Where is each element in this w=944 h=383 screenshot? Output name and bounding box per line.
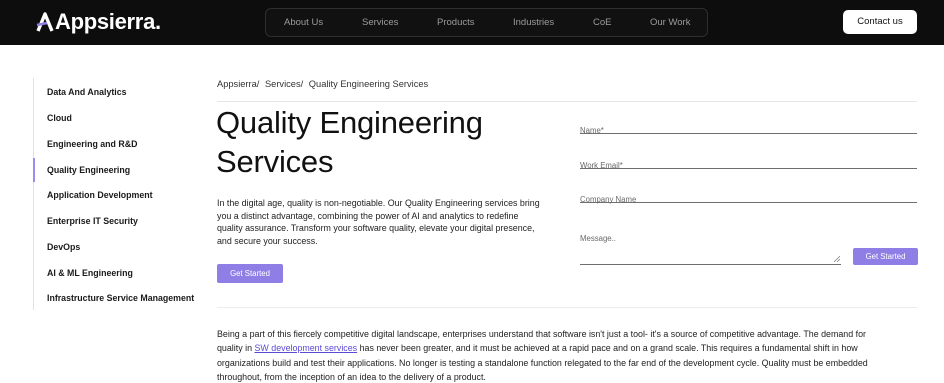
section-divider (217, 101, 917, 102)
message-placeholder: Message.. (580, 234, 616, 243)
get-started-button[interactable]: Get Started (217, 264, 283, 283)
body-text: quality in (217, 343, 255, 354)
body-line: throughout, from the inception of an ide… (217, 371, 486, 382)
content-divider (217, 307, 917, 308)
brand-name: Appsierra. (55, 9, 161, 34)
logo-a-icon (36, 12, 54, 32)
sw-development-services-link[interactable]: SW development services (255, 343, 358, 353)
sidebar-item-data-and-analytics[interactable]: Data And Analytics (47, 87, 127, 97)
company-name-field[interactable]: Company Name (580, 189, 917, 204)
sidebar-item-engineering-rd[interactable]: Engineering and R&D (47, 139, 137, 149)
sidebar-item-infrastructure-service-management[interactable]: Infrastructure Service Management (47, 293, 194, 303)
intro-line: you a distinct advantage, combining the … (217, 210, 519, 221)
sidebar-item-cloud[interactable]: Cloud (47, 113, 72, 123)
resize-handle-icon[interactable] (834, 256, 840, 262)
work-email-field[interactable]: Work Email* (580, 155, 917, 170)
sidebar-item-application-development[interactable]: Application Development (47, 190, 153, 200)
message-field[interactable]: Message.. (580, 228, 841, 265)
form-submit-button[interactable]: Get Started (853, 248, 918, 265)
sidebar-item-enterprise-it-security[interactable]: Enterprise IT Security (47, 216, 138, 226)
intro-paragraph: In the digital age, quality is non-negot… (217, 197, 557, 247)
work-email-placeholder: Work Email* (580, 161, 623, 170)
breadcrumb: Appsierra/ Services/ Quality Engineering… (217, 79, 431, 89)
breadcrumb-services[interactable]: Services/ (265, 79, 303, 89)
breadcrumb-home[interactable]: Appsierra/ (217, 79, 259, 89)
nav-item-our-work[interactable]: Our Work (650, 9, 690, 36)
services-sidebar: Data And Analytics Cloud Engineering and… (33, 78, 203, 310)
intro-line: quality assurance. Transform your softwa… (217, 223, 535, 234)
page-title-line-2: Services (216, 144, 334, 179)
nav-item-services[interactable]: Services (362, 9, 398, 36)
page-title-line-1: Quality Engineering (216, 105, 483, 140)
nav-item-industries[interactable]: Industries (513, 9, 554, 36)
site-header: Appsierra. About Us Services Products In… (0, 0, 944, 45)
contact-us-button[interactable]: Contact us (843, 10, 917, 34)
name-placeholder: Name* (580, 126, 604, 135)
sidebar-item-quality-engineering[interactable]: Quality Engineering (47, 165, 130, 175)
sidebar-item-devops[interactable]: DevOps (47, 242, 80, 252)
nav-item-products[interactable]: Products (437, 9, 475, 36)
nav-item-coe[interactable]: CoE (593, 9, 611, 36)
sidebar-active-indicator (33, 158, 35, 182)
body-paragraph: Being a part of this fiercely competitiv… (217, 327, 922, 383)
body-line: Being a part of this fiercely competitiv… (217, 329, 866, 339)
intro-line: In the digital age, quality is non-negot… (217, 198, 540, 208)
intro-line: and secure your success. (217, 235, 318, 246)
page-title: Quality Engineering Services (216, 103, 556, 181)
body-text: has never been greater, and it must be a… (357, 343, 858, 354)
company-name-placeholder: Company Name (580, 195, 637, 204)
breadcrumb-current: Quality Engineering Services (308, 79, 429, 89)
sidebar-item-ai-ml-engineering[interactable]: AI & ML Engineering (47, 268, 133, 278)
nav-item-about-us[interactable]: About Us (284, 9, 323, 36)
body-line: quality in SW development services has n… (217, 341, 922, 355)
name-field[interactable]: Name* (580, 120, 917, 135)
main-nav: About Us Services Products Industries Co… (265, 8, 708, 37)
brand-logo[interactable]: Appsierra. (36, 8, 161, 36)
body-line: organizations build and test their appli… (217, 357, 868, 368)
